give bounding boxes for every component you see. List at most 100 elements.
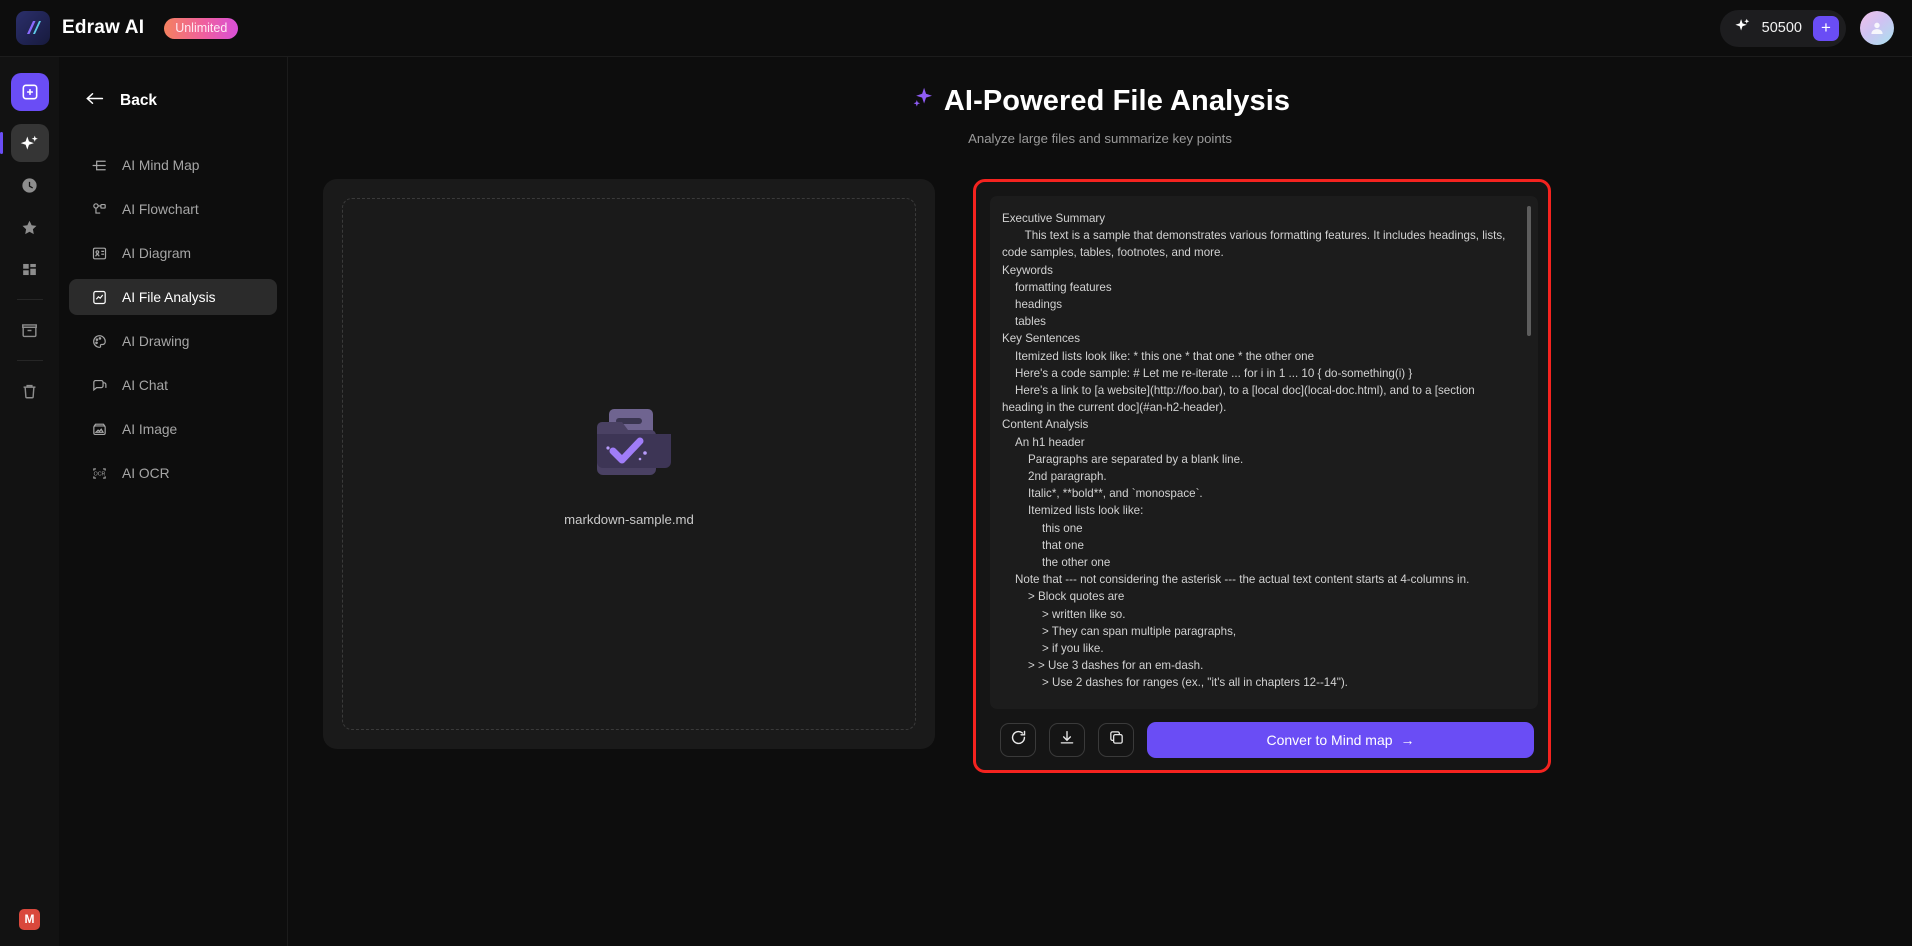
ocr-icon: OCR: [91, 465, 108, 482]
file-dropzone[interactable]: markdown-sample.md: [342, 198, 916, 730]
refresh-icon: [1009, 728, 1028, 752]
analysis-line: formatting features: [1015, 280, 1112, 294]
convert-to-mind-map-button[interactable]: Conver to Mind map →: [1147, 722, 1534, 758]
brand[interactable]: Edraw AI Unlimited: [0, 11, 239, 45]
templates-button[interactable]: [11, 250, 49, 288]
sidebar-item-ai-image[interactable]: AI Image: [69, 411, 277, 447]
avatar[interactable]: [1860, 11, 1894, 45]
top-bar-right: 50500 +: [1719, 9, 1912, 47]
analysis-scrollbar[interactable]: [1527, 206, 1531, 336]
download-button[interactable]: [1049, 723, 1085, 757]
left-rail: M: [0, 57, 59, 946]
analysis-text: Executive Summary This text is a sample …: [1000, 210, 1516, 692]
edraw-logo-icon: [16, 11, 50, 45]
file-preview-card: markdown-sample.md: [323, 179, 935, 749]
analysis-line: > They can span multiple paragraphs,: [1042, 624, 1237, 638]
sidebar-nav: AI Mind Map AI Flowchart AI Diagram AI F…: [59, 147, 287, 491]
analysis-line: An h1 header: [1015, 435, 1085, 449]
download-icon: [1058, 729, 1076, 752]
arrow-left-icon: [85, 91, 104, 111]
sidebar-item-label: AI Drawing: [122, 333, 190, 349]
regenerate-button[interactable]: [1000, 723, 1036, 757]
folder-check-icon: [583, 401, 675, 494]
sidebar-item-ai-flowchart[interactable]: AI Flowchart: [69, 191, 277, 227]
sidebar-item-ai-chat[interactable]: AI Chat: [69, 367, 277, 403]
analysis-line: Content Analysis: [1002, 418, 1089, 432]
analysis-line: this one: [1042, 521, 1083, 535]
analysis-line: > if you like.: [1042, 642, 1104, 656]
page-title: AI-Powered File Analysis: [910, 84, 1290, 118]
sidebar-item-ai-drawing[interactable]: AI Drawing: [69, 323, 277, 359]
panels: markdown-sample.md Executive Summary Thi…: [323, 179, 1883, 799]
palette-icon: [91, 333, 108, 350]
copy-icon: [1108, 729, 1125, 751]
page-title-text: AI-Powered File Analysis: [943, 84, 1291, 117]
sidebar-item-ai-file-analysis[interactable]: AI File Analysis: [69, 279, 277, 315]
analysis-line: Here's a link to [a website](http://foo.…: [1002, 384, 1478, 415]
analysis-actions: Conver to Mind map →: [990, 709, 1538, 758]
analysis-line: the other one: [1042, 556, 1111, 570]
analysis-line: Paragraphs are separated by a blank line…: [1028, 452, 1244, 466]
credits-widget[interactable]: 50500 +: [1719, 9, 1846, 47]
file-analysis-icon: [91, 289, 108, 306]
page-subtitle: Analyze large files and summarize key po…: [968, 131, 1232, 146]
workspace-badge[interactable]: M: [19, 909, 40, 930]
favorites-button[interactable]: [11, 208, 49, 246]
sidebar-item-ai-diagram[interactable]: AI Diagram: [69, 235, 277, 271]
sidebar-item-label: AI Chat: [122, 377, 169, 393]
diagram-icon: [91, 245, 108, 262]
chat-bubble-icon: [91, 377, 108, 394]
analysis-line: Here's a code sample: # Let me re-iterat…: [1015, 366, 1413, 380]
rail-divider-2: [16, 360, 43, 361]
analysis-line: that one: [1042, 538, 1084, 552]
analysis-line: Note that --- not considering the asteri…: [1015, 573, 1470, 587]
analysis-line: Itemized lists look like: * this one * t…: [1015, 349, 1315, 363]
analysis-line: Keywords: [1002, 263, 1053, 277]
analysis-line: 2nd paragraph.: [1028, 470, 1107, 484]
add-credits-button[interactable]: +: [1813, 15, 1839, 41]
analysis-line: Itemized lists look like:: [1028, 504, 1144, 518]
workspace-badge-wrap: M: [19, 909, 40, 946]
back-button[interactable]: Back: [59, 85, 287, 117]
analysis-line: > written like so.: [1042, 607, 1126, 621]
sidebar: Back AI Mind Map AI Flowchart AI Diagram…: [59, 57, 288, 946]
trash-button[interactable]: [11, 372, 49, 410]
main-content: AI-Powered File Analysis Analyze large f…: [288, 57, 1912, 946]
sidebar-item-label: AI Image: [122, 421, 178, 437]
sparkle-icon: [1734, 17, 1751, 39]
sidebar-item-ai-ocr[interactable]: OCR AI OCR: [69, 455, 277, 491]
new-document-button[interactable]: [10, 73, 49, 111]
flowchart-icon: [91, 201, 108, 218]
top-bar: Edraw AI Unlimited 50500 +: [0, 0, 1912, 57]
analysis-line: > > Use 3 dashes for an em-dash.: [1028, 659, 1204, 673]
image-icon: [91, 421, 108, 438]
plan-badge: Unlimited: [164, 17, 239, 39]
sidebar-item-label: AI Flowchart: [122, 201, 199, 217]
arrow-right-icon: →: [1400, 732, 1415, 748]
mind-map-icon: [91, 157, 108, 174]
cta-label: Conver to Mind map: [1266, 732, 1393, 748]
recent-button[interactable]: [11, 166, 49, 204]
ai-tools-button[interactable]: [0, 124, 49, 162]
sidebar-item-label: AI Diagram: [122, 245, 192, 261]
sidebar-item-label: AI File Analysis: [122, 289, 216, 305]
sparkle-icon: [910, 84, 936, 118]
analysis-line: Italic*, **bold**, and `monospace`.: [1028, 487, 1203, 501]
credits-value: 50500: [1761, 20, 1802, 36]
sidebar-item-label: AI Mind Map: [122, 157, 200, 173]
brand-name: Edraw AI: [62, 17, 145, 38]
back-label: Back: [120, 92, 158, 109]
archive-button[interactable]: [11, 311, 49, 349]
copy-button[interactable]: [1098, 723, 1134, 757]
file-name-label: markdown-sample.md: [564, 512, 694, 527]
analysis-line: > Use 2 dashes for ranges (ex., "it's al…: [1042, 676, 1348, 690]
analysis-text-area[interactable]: Executive Summary This text is a sample …: [990, 196, 1538, 709]
page-header: AI-Powered File Analysis Analyze large f…: [288, 57, 1912, 146]
analysis-line: tables: [1015, 315, 1046, 329]
analysis-line: > Block quotes are: [1028, 590, 1125, 604]
analysis-line: This text is a sample that demonstrates …: [1002, 229, 1509, 260]
sidebar-item-label: AI OCR: [122, 465, 170, 481]
sidebar-item-ai-mind-map[interactable]: AI Mind Map: [69, 147, 277, 183]
analysis-line: Key Sentences: [1002, 332, 1080, 346]
rail-divider: [16, 299, 43, 300]
